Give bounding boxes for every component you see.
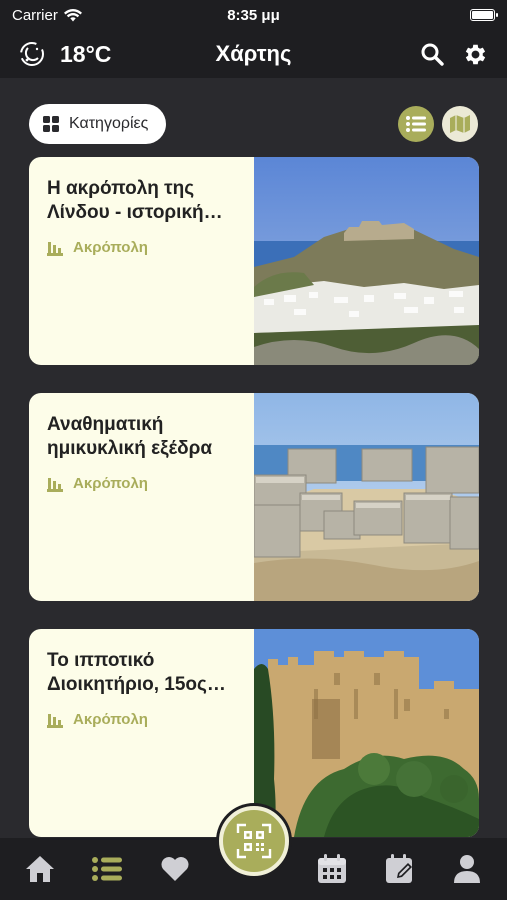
edit-calendar-icon — [385, 854, 412, 883]
poi-title: Η ακρόπολη της Λίνδου - ιστορική… — [47, 178, 223, 223]
status-bar: Carrier 8:35 μμ — [0, 0, 507, 30]
poi-photo — [254, 629, 479, 837]
poi-title: Αναθηματική ημικυκλική εξέδρα — [47, 414, 213, 459]
poi-category-label: Ακρόπολη — [73, 239, 148, 256]
list-view-toggle[interactable] — [398, 106, 434, 142]
tab-profile[interactable] — [443, 845, 491, 893]
poi-category-label: Ακρόπολη — [73, 711, 148, 728]
map-icon — [450, 115, 470, 133]
tab-home[interactable] — [16, 845, 64, 893]
qr-scan-icon — [236, 823, 272, 859]
poi-title: Το ιπποτικό Διοικητήριο, 15ος… — [47, 650, 226, 695]
poi-category: Ακρόπολη — [47, 475, 238, 492]
heart-icon — [161, 857, 189, 881]
tab-list[interactable] — [83, 845, 131, 893]
map-view-toggle[interactable] — [442, 106, 478, 142]
settings-button[interactable] — [462, 41, 489, 68]
app-header: 18°C Χάρτης — [0, 30, 507, 78]
poi-photo — [254, 393, 479, 601]
categories-button[interactable]: Κατηγορίες — [29, 104, 167, 144]
poi-card[interactable]: Αναθηματική ημικυκλική εξέδρα Ακρόπολη — [29, 393, 479, 601]
poi-category: Ακρόπολη — [47, 711, 238, 728]
poi-photo — [254, 157, 479, 365]
carrier-label: Carrier — [12, 6, 58, 24]
tab-favorites[interactable] — [151, 845, 199, 893]
tab-planner[interactable] — [376, 845, 424, 893]
ruins-icon — [47, 713, 63, 728]
poi-category: Ακρόπολη — [47, 239, 238, 256]
calendar-icon — [318, 854, 347, 883]
search-button[interactable] — [420, 42, 444, 66]
wifi-icon — [63, 8, 82, 21]
categories-label: Κατηγορίες — [69, 115, 149, 132]
night-cloud-icon — [20, 42, 44, 66]
temperature-label: 18°C — [60, 40, 112, 67]
list-toolbar: Κατηγορίες — [29, 104, 478, 144]
list-icon — [406, 116, 426, 132]
poi-card[interactable]: Η ακρόπολη της Λίνδου - ιστορική… Ακρόπο… — [29, 157, 479, 365]
tab-events[interactable] — [308, 845, 356, 893]
ruins-icon — [47, 241, 63, 256]
ruins-icon — [47, 477, 63, 492]
qr-scan-button[interactable] — [219, 806, 289, 876]
grid-icon — [43, 116, 59, 132]
list-icon — [92, 857, 123, 881]
weather-widget[interactable]: 18°C — [18, 40, 111, 68]
battery-icon — [470, 9, 498, 21]
poi-category-label: Ακρόπολη — [73, 475, 148, 492]
gear-icon — [465, 44, 486, 64]
profile-icon — [454, 855, 481, 883]
search-icon — [421, 43, 444, 66]
poi-list: Η ακρόπολη της Λίνδου - ιστορική… Ακρόπο… — [29, 157, 479, 865]
home-icon — [25, 856, 54, 882]
